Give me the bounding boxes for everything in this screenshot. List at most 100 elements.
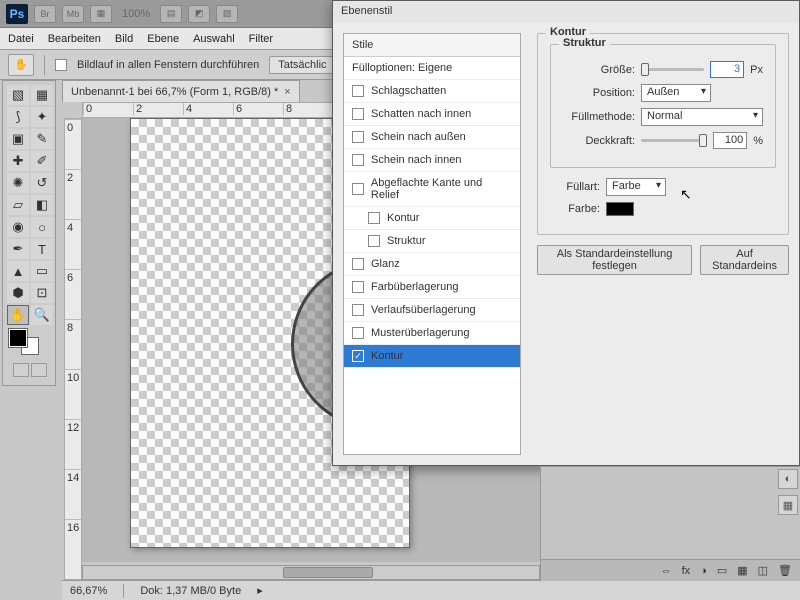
size-input[interactable]: 3 [710,61,744,78]
style-row-kontur[interactable]: Kontur [344,207,520,230]
make-default-button[interactable]: Als Standardeinstellung festlegen [537,245,692,275]
color-panel-icon[interactable]: ◐ [778,469,798,489]
screenmode-button[interactable]: ◩ [188,5,210,23]
status-doc-size[interactable]: Dok: 1,37 MB/0 Byte [140,585,241,597]
style-label: Farbüberlagerung [371,281,458,293]
hand-tool-icon[interactable]: ✋ [8,54,34,76]
style-checkbox[interactable] [368,235,380,247]
mask-icon[interactable]: ◑ [700,565,707,577]
style-label: Abgeflachte Kante und Relief [371,177,512,201]
opacity-input[interactable]: 100 [713,132,747,149]
style-row-abgeflachte-kante-und-relief[interactable]: Abgeflachte Kante und Relief [344,172,520,207]
move-tool[interactable]: ▧ [7,85,29,105]
quickmask-toggle[interactable] [7,363,53,381]
scrollbar-thumb[interactable] [283,567,373,578]
opacity-slider[interactable] [641,139,707,142]
hand-tool[interactable]: ✋ [7,305,29,325]
blend-mode-dropdown[interactable]: Normal [641,108,763,126]
shape-tool[interactable]: ▭ [31,261,53,281]
menu-image[interactable]: Bild [115,33,133,45]
color-swatches[interactable] [7,327,53,361]
menu-filter[interactable]: Filter [249,33,273,45]
bridge-button[interactable]: Br [34,5,56,23]
minibridge-button[interactable]: Mb [62,5,84,23]
position-dropdown[interactable]: Außen [641,84,711,102]
style-checkbox[interactable] [352,183,364,195]
style-checkbox[interactable] [352,154,364,166]
new-layer-icon[interactable]: ◫ [758,564,768,577]
history-brush-tool[interactable]: ↺ [31,173,53,193]
swatches-panel-icon[interactable]: ▦ [778,495,798,515]
style-checkbox[interactable] [352,258,364,270]
style-row-schatten-nach-innen[interactable]: Schatten nach innen [344,103,520,126]
zoom-display[interactable]: 100% [122,8,150,20]
path-select-tool[interactable]: ▲ [7,261,29,281]
view-extras-button[interactable]: ▦ [90,5,112,23]
guides-button[interactable]: ▧ [216,5,238,23]
status-arrow-icon[interactable]: ▸ [257,584,263,597]
pen-tool[interactable]: ✒ [7,239,29,259]
style-row-schein-nach-innen[interactable]: Schein nach innen [344,149,520,172]
style-row-schein-nach-außen[interactable]: Schein nach außen [344,126,520,149]
foreground-color-swatch[interactable] [9,329,27,347]
arrange-button[interactable]: ▤ [160,5,182,23]
styles-header[interactable]: Stile [344,34,520,57]
style-checkbox[interactable] [352,131,364,143]
style-row-struktur[interactable]: Struktur [344,230,520,253]
type-tool[interactable]: T [31,239,53,259]
blur-tool[interactable]: ◉ [7,217,29,237]
opacity-label: Deckkraft: [563,135,635,147]
menu-select[interactable]: Auswahl [193,33,235,45]
style-checkbox[interactable] [352,85,364,97]
dodge-tool[interactable]: ○ [31,217,53,237]
style-row-glanz[interactable]: Glanz [344,253,520,276]
style-row-verlaufsüberlagerung[interactable]: Verlaufsüberlagerung [344,299,520,322]
scroll-all-checkbox[interactable] [55,59,67,71]
style-label: Schlagschatten [371,85,446,97]
heal-tool[interactable]: ✚ [7,151,29,171]
zoom-tool[interactable]: 🔍 [31,305,53,325]
horizontal-scrollbar[interactable] [82,565,540,580]
style-checkbox[interactable] [368,212,380,224]
fx-icon[interactable]: fx [682,565,691,577]
camera-tool[interactable]: ⊡ [31,283,53,303]
brush-tool[interactable]: ✐ [31,151,53,171]
crop-tool[interactable]: ▣ [7,129,29,149]
lasso-tool[interactable]: ⟆ [7,107,29,127]
style-checkbox[interactable] [352,327,364,339]
status-zoom[interactable]: 66,67% [70,585,107,597]
style-row-farbüberlagerung[interactable]: Farbüberlagerung [344,276,520,299]
style-row-schlagschatten[interactable]: Schlagschatten [344,80,520,103]
size-slider[interactable] [641,68,704,71]
adjustment-icon[interactable]: ▭ [717,564,727,577]
style-row-kontur[interactable]: ✓Kontur [344,345,520,368]
actual-pixels-button[interactable]: Tatsächlic [269,56,335,74]
close-tab-icon[interactable]: × [284,86,290,98]
stamp-tool[interactable]: ✺ [7,173,29,193]
gradient-tool[interactable]: ◧ [31,195,53,215]
marquee-tool[interactable]: ▦ [31,85,53,105]
style-checkbox[interactable] [352,281,364,293]
style-row-musterüberlagerung[interactable]: Musterüberlagerung [344,322,520,345]
style-checkbox[interactable] [352,108,364,120]
filltype-dropdown[interactable]: Farbe [606,178,666,196]
document-tab[interactable]: Unbenannt-1 bei 66,7% (Form 1, RGB/8) * … [62,80,300,102]
style-checkbox[interactable] [352,304,364,316]
style-label: Schatten nach innen [371,108,471,120]
3d-tool[interactable]: ⬢ [7,283,29,303]
trash-icon[interactable]: 🗑 [778,564,792,577]
style-checkbox[interactable]: ✓ [352,350,364,362]
group-icon[interactable]: ▦ [737,564,747,577]
menu-edit[interactable]: Bearbeiten [48,33,101,45]
fill-options-row[interactable]: Fülloptionen: Eigene [344,57,520,80]
menu-layer[interactable]: Ebene [147,33,179,45]
menu-file[interactable]: Datei [8,33,34,45]
size-unit: Px [750,64,763,76]
eyedropper-tool[interactable]: ✎ [31,129,53,149]
eraser-tool[interactable]: ▱ [7,195,29,215]
stroke-color-swatch[interactable] [606,202,634,216]
layers-panel-footer: ⇔ fx ◑ ▭ ▦ ◫ 🗑 [541,559,800,581]
reset-default-button[interactable]: Auf Standardeins [700,245,789,275]
link-layers-icon[interactable]: ⇔ [661,565,672,577]
wand-tool[interactable]: ✦ [31,107,53,127]
